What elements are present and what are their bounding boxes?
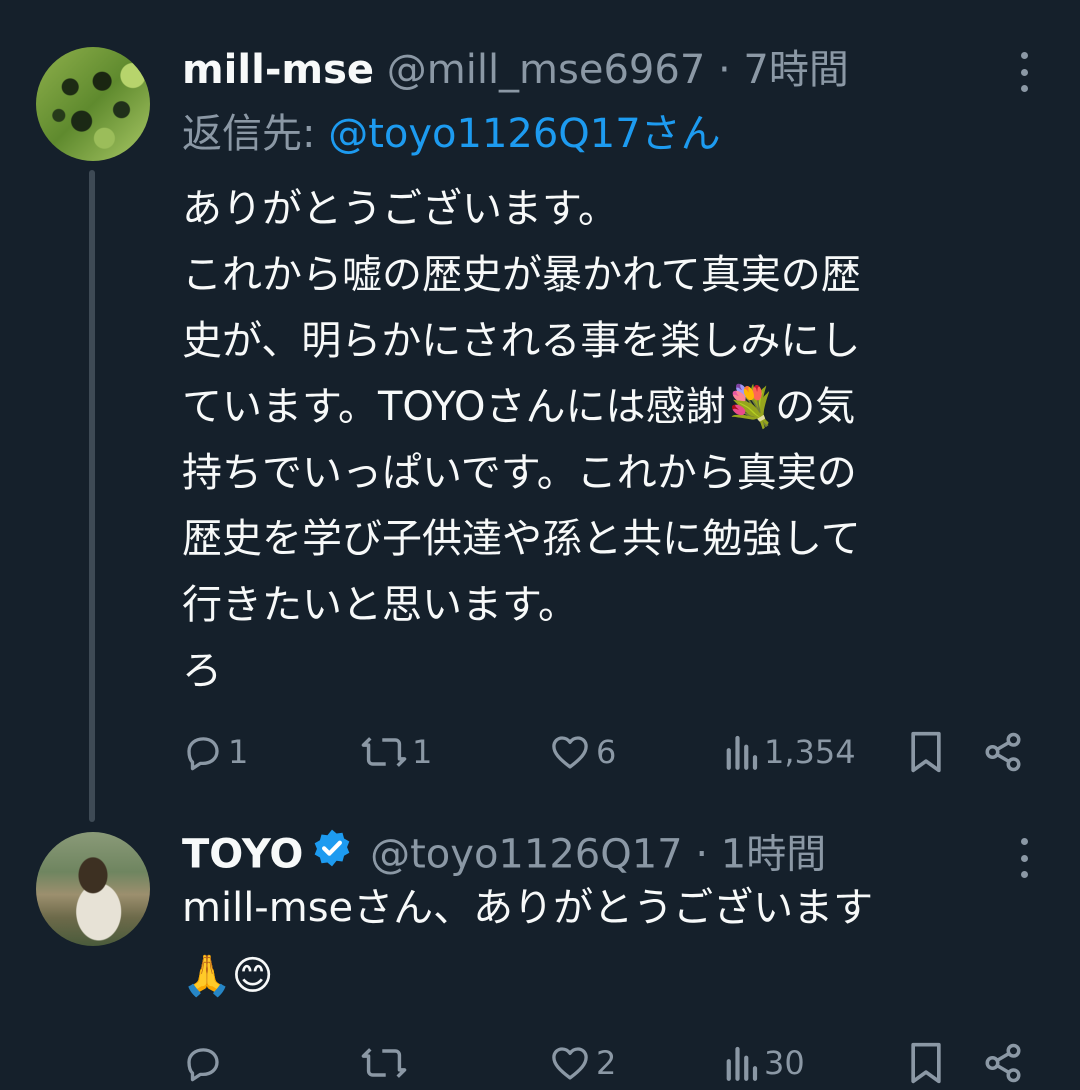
views-button[interactable]: 1,354 — [722, 727, 856, 777]
tweet-text: mill-mseさん、ありがとうございます 🙏😊 — [182, 885, 874, 999]
reply-to-label: 返信先: — [182, 111, 329, 157]
share-icon — [985, 732, 1021, 772]
heart-icon — [552, 1047, 588, 1080]
more-options-icon[interactable] — [1020, 52, 1028, 92]
tweet-text: ありがとうございます。 これから嘘の歴史が暴かれて真実の歴 史が、明らかにされる… — [182, 186, 861, 694]
reply-icon — [187, 737, 219, 771]
bookmark-icon — [911, 1042, 941, 1084]
display-name[interactable]: TOYO — [182, 832, 303, 878]
analytics-icon — [726, 1046, 758, 1081]
heart-icon — [552, 736, 588, 769]
verified-badge-icon — [311, 827, 353, 880]
user-handle[interactable]: @mill_mse6967 — [387, 47, 706, 93]
bookmark-icon — [911, 731, 941, 773]
share-button[interactable] — [982, 1038, 1024, 1088]
tweet-header: mill-mse @mill_mse6967 · 7時間 — [182, 46, 849, 94]
analytics-icon — [726, 735, 758, 770]
like-button[interactable]: 2 — [548, 1038, 616, 1088]
like-count: 6 — [596, 733, 617, 771]
bookmark-button[interactable] — [906, 1038, 946, 1088]
avatar[interactable] — [36, 832, 150, 946]
view-count: 1,354 — [764, 733, 856, 771]
retweet-button[interactable]: 1 — [360, 727, 432, 777]
tweet[interactable]: TOYO @toyo1126Q17 · 1時間 mill-mseさん、ありがとう… — [0, 820, 1080, 1090]
reply-button[interactable]: 1 — [182, 727, 248, 777]
timestamp[interactable]: · 7時間 — [718, 47, 849, 93]
retweet-icon — [361, 1048, 407, 1078]
share-icon — [985, 1043, 1021, 1083]
reply-icon — [187, 1048, 219, 1082]
share-button[interactable] — [982, 727, 1024, 777]
tweet[interactable]: mill-mse @mill_mse6967 · 7時間 返信先: @toyo1… — [0, 0, 1080, 822]
like-count: 2 — [596, 1044, 617, 1082]
timestamp[interactable]: · 1時間 — [695, 832, 826, 878]
retweet-icon — [361, 737, 407, 767]
reply-button[interactable] — [182, 1038, 228, 1088]
display-name[interactable]: mill-mse — [182, 47, 374, 93]
retweet-button[interactable] — [360, 1038, 412, 1088]
reply-count: 1 — [228, 733, 249, 771]
user-handle[interactable]: @toyo1126Q17 — [370, 832, 682, 878]
tweet-actions: 2 30 — [0, 1038, 1080, 1088]
avatar[interactable] — [36, 47, 150, 161]
like-button[interactable]: 6 — [548, 727, 616, 777]
more-options-icon[interactable] — [1020, 838, 1028, 878]
thread-line — [89, 170, 95, 822]
bookmark-button[interactable] — [906, 727, 946, 777]
view-count: 30 — [764, 1044, 805, 1082]
reply-mention-link[interactable]: @toyo1126Q17さん — [328, 111, 720, 157]
reply-context: 返信先: @toyo1126Q17さん — [182, 110, 721, 158]
retweet-count: 1 — [412, 733, 433, 771]
tweet-actions: 1 1 6 1,354 — [0, 727, 1080, 777]
views-button[interactable]: 30 — [722, 1038, 805, 1088]
